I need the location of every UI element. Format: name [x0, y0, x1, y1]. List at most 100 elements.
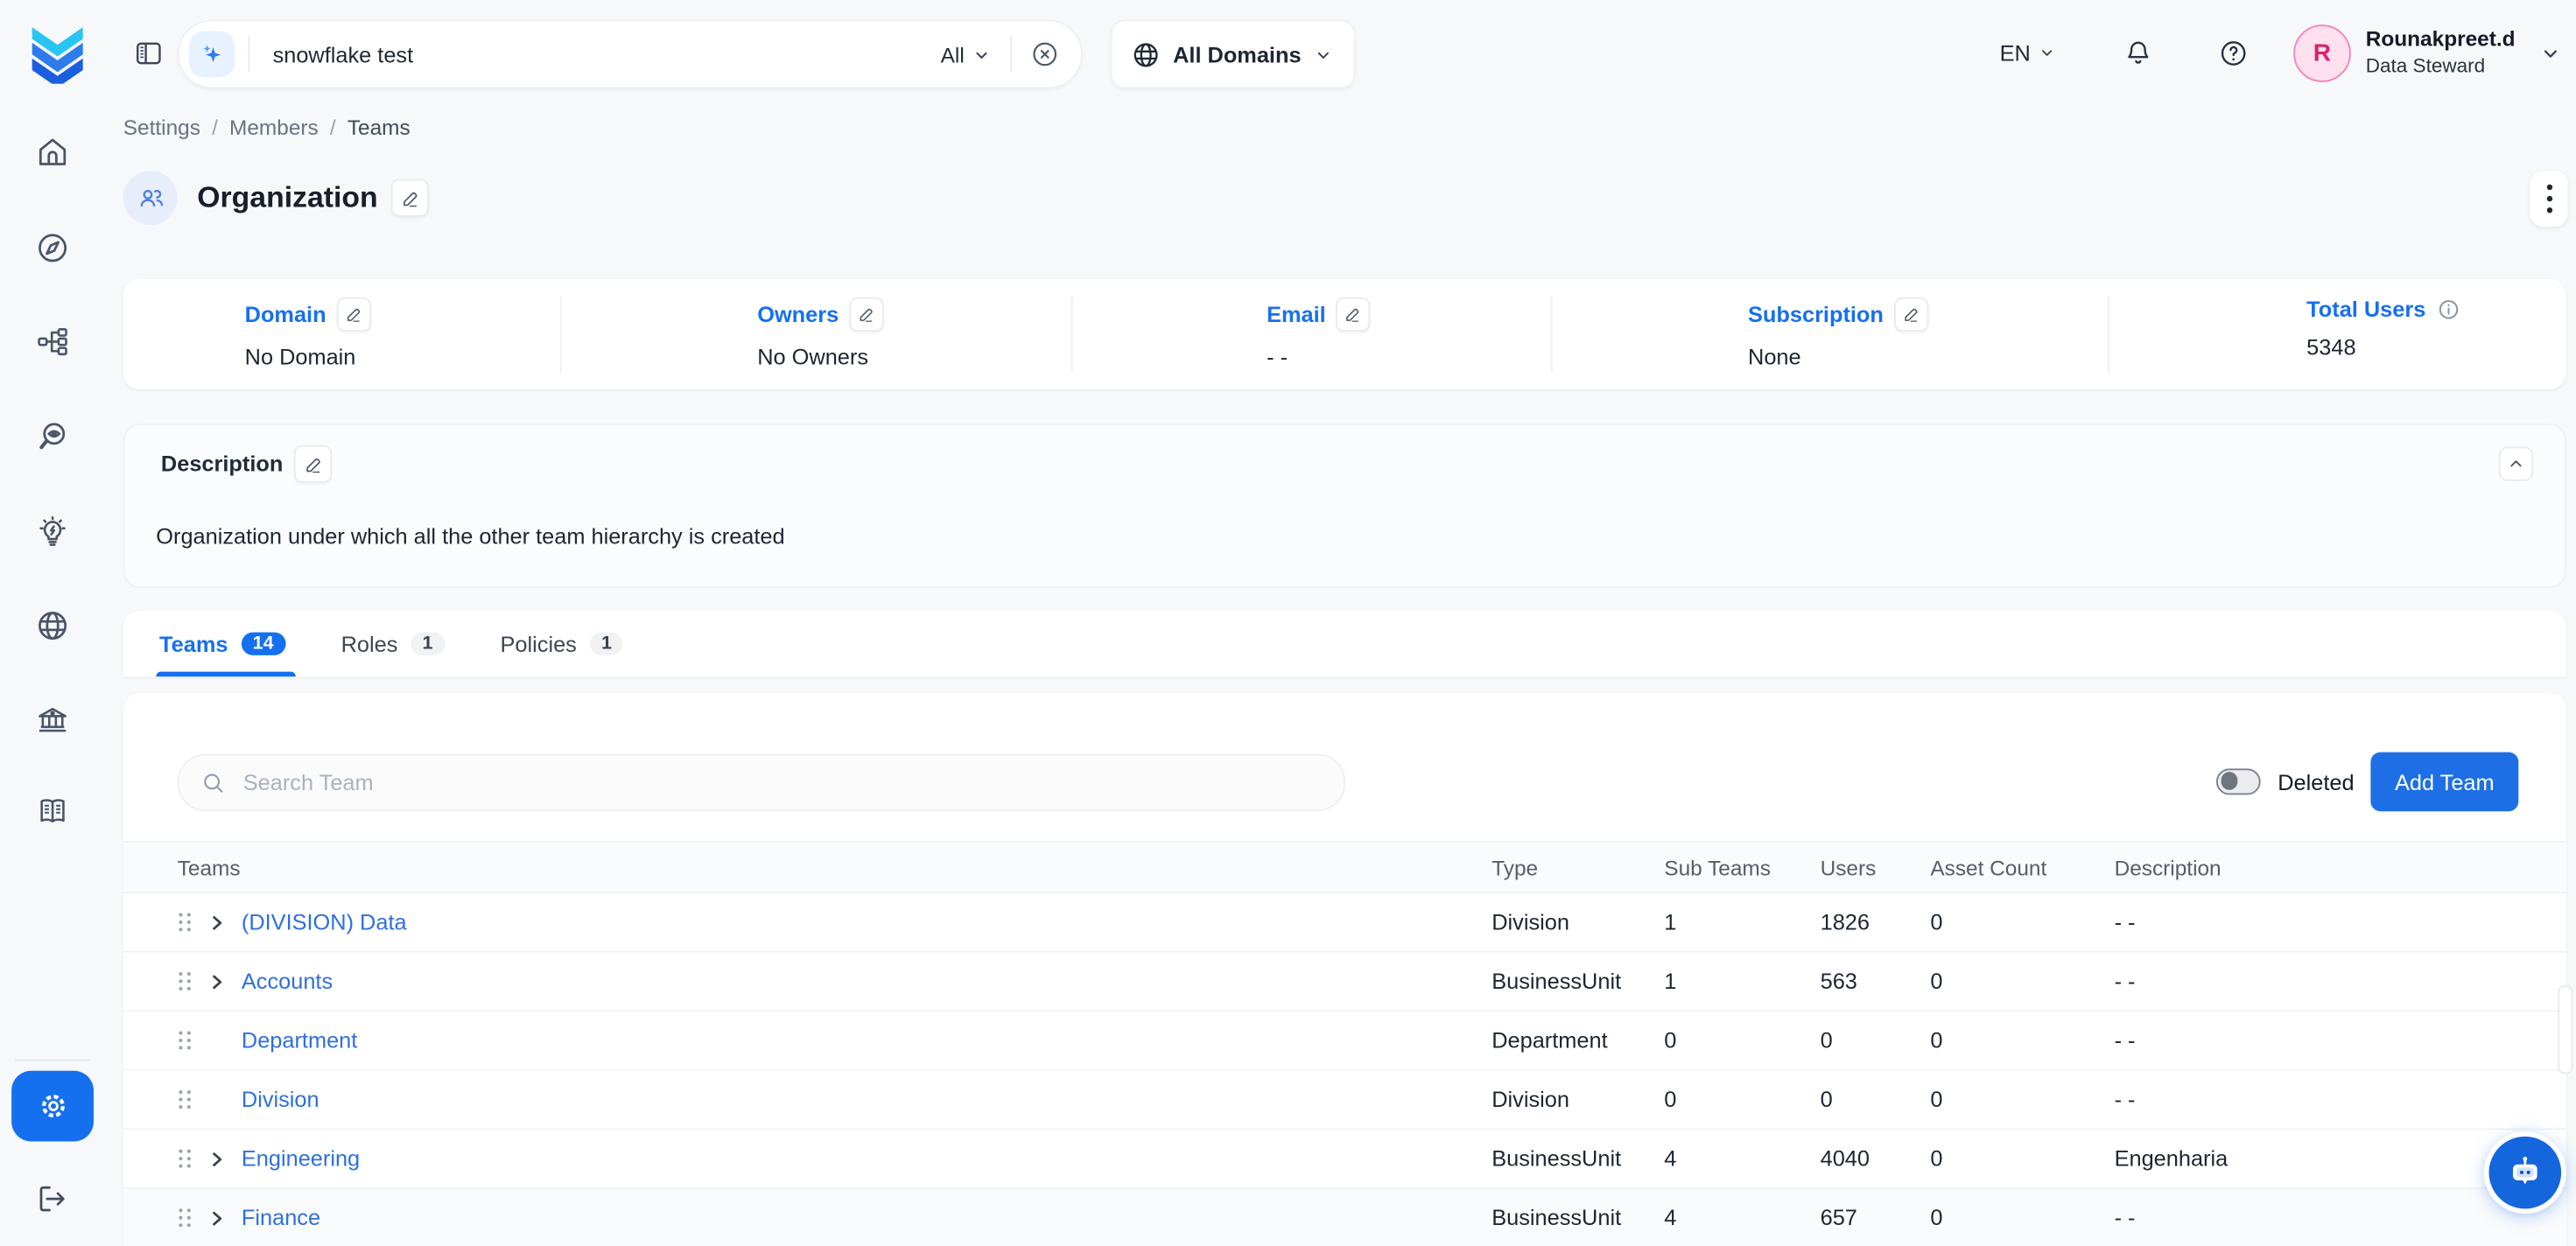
team-sub-teams: 4: [1664, 1146, 1820, 1171]
sidebar-collapse-icon[interactable]: [133, 38, 165, 69]
deleted-toggle[interactable]: [2217, 768, 2262, 794]
expand-chevron-icon[interactable]: [207, 1149, 227, 1169]
sidebar-divider: [15, 1060, 90, 1061]
home-icon[interactable]: [34, 135, 70, 171]
manage-menu-button[interactable]: [2530, 171, 2567, 227]
language-label: EN: [2000, 40, 2031, 65]
edit-owners-button[interactable]: [848, 298, 882, 332]
team-type: Division: [1492, 910, 1664, 934]
pencil-icon: [1902, 305, 1920, 324]
team-type: BusinessUnit: [1492, 1146, 1664, 1171]
search-scope-dropdown[interactable]: All: [941, 42, 993, 66]
user-info: Rounakpreet.d Data Steward: [2366, 27, 2516, 79]
team-search-input[interactable]: [240, 768, 1344, 796]
lineage-icon[interactable]: [34, 324, 70, 360]
teams-panel: Deleted Add Team Teams Type Sub Teams Us…: [123, 693, 2566, 1246]
drag-handle-icon[interactable]: [178, 1088, 193, 1110]
breadcrumb-members[interactable]: Members: [229, 115, 319, 139]
drag-handle-icon[interactable]: [178, 1148, 193, 1169]
subscription-value: None: [1748, 345, 1928, 369]
edit-email-button[interactable]: [1336, 298, 1370, 332]
team-sub-teams: 0: [1664, 1088, 1820, 1112]
insights-icon[interactable]: [34, 514, 70, 550]
language-selector[interactable]: EN: [2000, 40, 2057, 65]
team-users: 1826: [1821, 910, 1931, 934]
help-icon[interactable]: [2218, 37, 2250, 68]
info-icon[interactable]: [2436, 298, 2460, 322]
drag-handle-icon[interactable]: [178, 912, 193, 933]
edit-domain-button[interactable]: [336, 298, 370, 332]
page-title: Organization: [197, 180, 377, 214]
team-asset-count: 0: [1930, 1146, 2114, 1171]
domains-label: All Domains: [1173, 42, 1301, 66]
table-row: Accounts BusinessUnit 1 563 0 - -: [123, 953, 2566, 1012]
chatbot-button[interactable]: [2489, 1137, 2562, 1209]
summary-card: Domain No Domain Owners No Owners Email …: [123, 279, 2566, 389]
global-search-bar[interactable]: All: [178, 20, 1083, 89]
settings-icon: [35, 1088, 69, 1123]
ai-sparkle-icon[interactable]: [189, 32, 235, 78]
tab-roles[interactable]: Roles 1: [341, 611, 445, 676]
clear-search-icon[interactable]: [1030, 39, 1060, 69]
edit-description-button[interactable]: [294, 445, 332, 483]
team-name-link[interactable]: Accounts: [242, 969, 333, 993]
app-logo-icon[interactable]: [26, 21, 88, 83]
column-users: Users: [1821, 855, 1931, 879]
table-row: Division Division 0 0 0 - -: [123, 1071, 2566, 1130]
expand-chevron-icon[interactable]: [207, 1208, 227, 1228]
team-search-box[interactable]: [178, 754, 1345, 812]
expand-chevron-icon[interactable]: [207, 913, 227, 933]
team-description: - -: [2115, 1028, 2566, 1053]
user-menu-chevron-icon[interactable]: [2538, 40, 2563, 65]
glossary-icon[interactable]: [34, 794, 70, 830]
breadcrumb-settings[interactable]: Settings: [123, 115, 200, 139]
left-sidebar: [0, 0, 105, 1246]
observability-icon[interactable]: [34, 419, 70, 455]
edit-subscription-button[interactable]: [1893, 298, 1927, 332]
users-icon: [134, 181, 167, 214]
email-value: - -: [1267, 345, 1370, 369]
edit-title-button[interactable]: [391, 179, 429, 217]
team-type: BusinessUnit: [1492, 1206, 1664, 1230]
drag-handle-icon[interactable]: [178, 1030, 193, 1051]
explore-icon[interactable]: [34, 230, 70, 266]
total-users-label: Total Users: [2306, 298, 2425, 322]
team-name-link[interactable]: Department: [242, 1028, 357, 1053]
user-role: Data Steward: [2366, 53, 2516, 78]
team-sub-teams: 1: [1664, 969, 1820, 993]
team-asset-count: 0: [1930, 969, 2114, 993]
search-input[interactable]: [270, 40, 941, 68]
add-team-button[interactable]: Add Team: [2370, 752, 2518, 812]
subscription-label: Subscription: [1748, 302, 1884, 326]
team-name-link[interactable]: (DIVISION) Data: [242, 910, 407, 934]
tab-teams[interactable]: Teams 14: [159, 611, 285, 676]
team-name-link[interactable]: Division: [242, 1088, 319, 1112]
breadcrumb-teams: Teams: [347, 115, 411, 139]
domains-icon[interactable]: [34, 607, 70, 643]
team-description: - -: [2115, 910, 2566, 934]
tab-policies-count: 1: [590, 633, 623, 655]
logout-icon[interactable]: [33, 1180, 69, 1216]
globe-icon: [1130, 38, 1162, 70]
column-description: Description: [2115, 855, 2566, 879]
collapse-description-button[interactable]: [2499, 447, 2533, 481]
scrollbar-thumb[interactable]: [2558, 985, 2572, 1074]
team-sub-teams: 4: [1664, 1206, 1820, 1230]
sidebar-item-settings[interactable]: [11, 1071, 94, 1142]
tab-policies[interactable]: Policies 1: [501, 611, 624, 676]
deleted-toggle-label: Deleted: [2278, 769, 2354, 794]
domains-dropdown[interactable]: All Domains: [1111, 20, 1356, 89]
expand-chevron-icon[interactable]: [207, 971, 227, 991]
notifications-bell-icon[interactable]: [2123, 37, 2154, 68]
search-divider: [248, 36, 249, 72]
govern-icon[interactable]: [34, 703, 70, 738]
user-avatar[interactable]: R: [2293, 24, 2351, 81]
tab-bar: Teams 14 Roles 1 Policies 1: [123, 611, 2566, 676]
total-users-value: 5348: [2306, 335, 2460, 360]
toggle-knob: [2221, 772, 2238, 789]
team-name-link[interactable]: Finance: [242, 1206, 320, 1230]
drag-handle-icon[interactable]: [178, 970, 193, 991]
team-name-link[interactable]: Engineering: [242, 1146, 360, 1171]
drag-handle-icon[interactable]: [178, 1208, 193, 1228]
table-row: Department Department 0 0 0 - -: [123, 1012, 2566, 1071]
